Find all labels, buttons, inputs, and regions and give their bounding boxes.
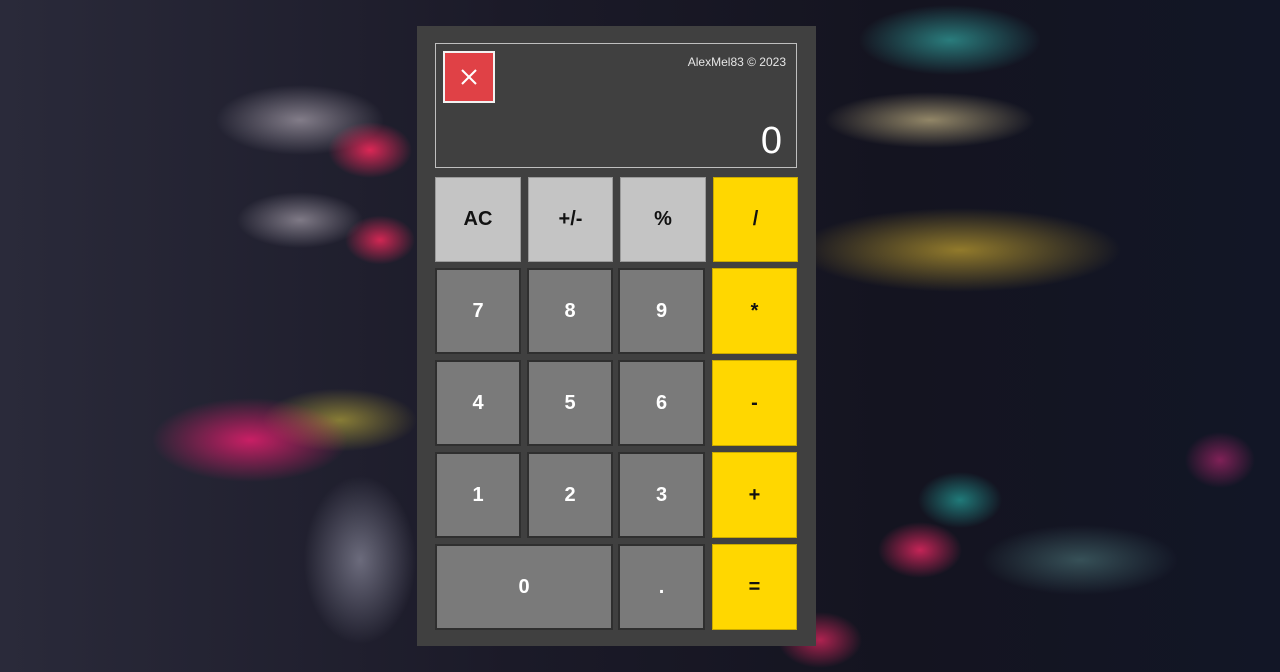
digit-8-label: 8 [564, 299, 576, 322]
decimal-point-button[interactable]: . [618, 544, 705, 630]
digit-5-button[interactable]: 5 [527, 360, 613, 446]
digit-9-label: 9 [655, 299, 668, 322]
plus-label: + [748, 483, 761, 506]
toggle-sign-button[interactable]: +/- [528, 177, 613, 262]
digit-3-button[interactable]: 3 [618, 452, 705, 538]
digit-7-label: 7 [472, 299, 484, 322]
multiply-label: * [750, 299, 759, 322]
digit-6-label: 6 [655, 391, 668, 414]
minus-button[interactable]: - [712, 360, 797, 446]
digit-0-label: 0 [518, 575, 530, 598]
divide-label: / [752, 208, 759, 230]
digit-3-label: 3 [655, 483, 668, 506]
divide-button[interactable]: / [713, 177, 798, 262]
digit-1-label: 1 [472, 483, 484, 506]
calculator-window: AlexMel83 © 2023 0 AC +/- % / 7 8 9 * 4 … [417, 26, 816, 646]
minus-label: - [751, 391, 758, 414]
percent-label: % [654, 208, 672, 230]
equals-button[interactable]: = [712, 544, 797, 630]
percent-button[interactable]: % [620, 177, 706, 262]
close-icon [461, 69, 477, 85]
digit-0-button[interactable]: 0 [435, 544, 613, 630]
close-button[interactable] [443, 51, 495, 103]
all-clear-button[interactable]: AC [435, 177, 521, 262]
display-value: 0 [760, 120, 782, 163]
digit-1-button[interactable]: 1 [435, 452, 521, 538]
multiply-button[interactable]: * [712, 268, 797, 354]
digit-7-button[interactable]: 7 [435, 268, 521, 354]
plus-button[interactable]: + [712, 452, 797, 538]
equals-label: = [748, 575, 761, 598]
digit-8-button[interactable]: 8 [527, 268, 613, 354]
digit-6-button[interactable]: 6 [618, 360, 705, 446]
calculator-display: AlexMel83 © 2023 0 [435, 43, 797, 168]
digit-2-label: 2 [564, 483, 576, 506]
copyright-label: AlexMel83 © 2023 [687, 55, 786, 69]
all-clear-label: AC [463, 208, 493, 230]
digit-9-button[interactable]: 9 [618, 268, 705, 354]
toggle-sign-label: +/- [558, 208, 583, 230]
digit-4-button[interactable]: 4 [435, 360, 521, 446]
digit-4-label: 4 [472, 391, 484, 414]
digit-5-label: 5 [564, 391, 576, 414]
digit-2-button[interactable]: 2 [527, 452, 613, 538]
decimal-point-label: . [658, 575, 665, 598]
